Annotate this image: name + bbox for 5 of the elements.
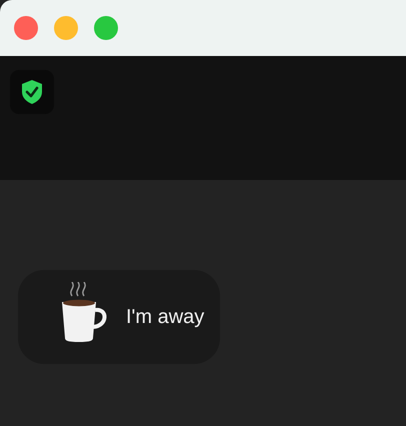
shield-check-icon[interactable]	[10, 70, 54, 114]
zoom-button[interactable]	[94, 16, 118, 40]
status-button[interactable]: I'm away	[18, 270, 220, 364]
minimize-button[interactable]	[54, 16, 78, 40]
close-button[interactable]	[14, 16, 38, 40]
